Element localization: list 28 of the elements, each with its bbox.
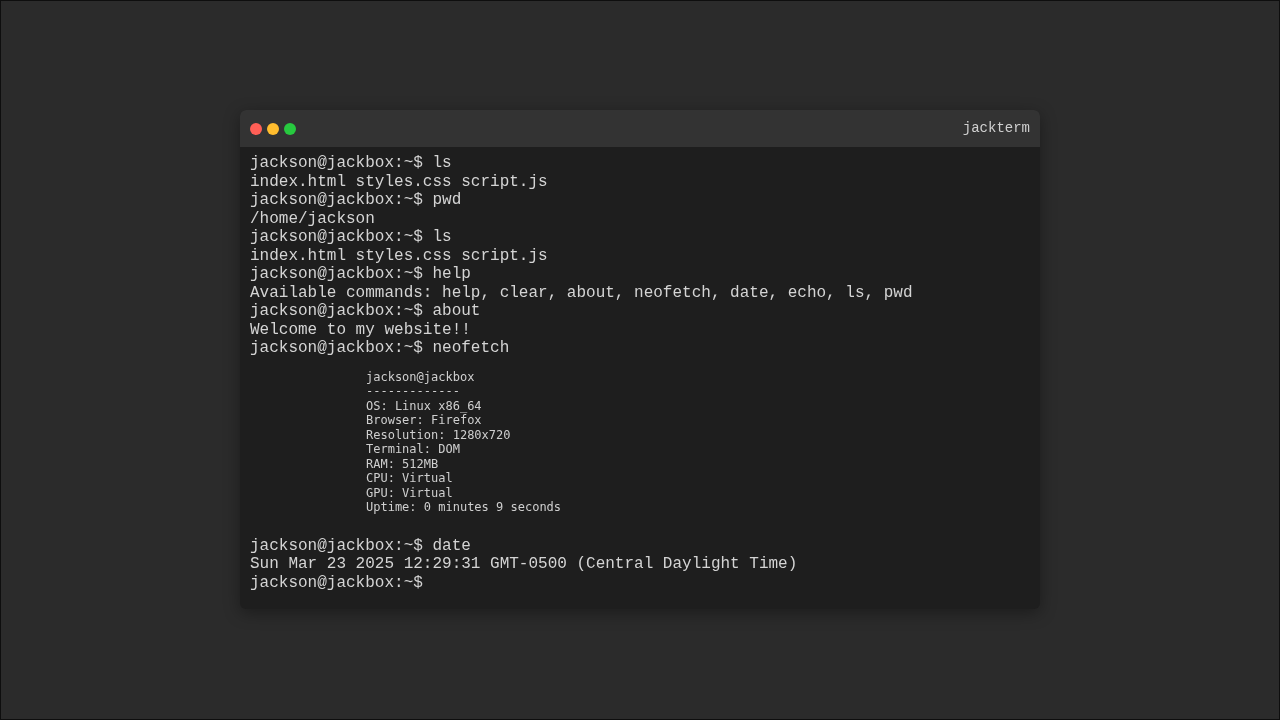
output-line: /home/jackson xyxy=(250,209,376,228)
output-line: index.html styles.css script.js xyxy=(250,246,549,265)
info-line: OS: Linux x86_64 xyxy=(366,398,483,413)
info-line: GPU: Virtual xyxy=(366,485,454,500)
output-line: Available commands: help, clear, about, neofetch, date, echo, ls, pwd xyxy=(250,283,914,302)
command-line: jackson@jackbox:~$ date xyxy=(250,536,472,555)
window-button[interactable] xyxy=(267,122,279,135)
info-line: Browser: Firefox xyxy=(366,413,483,428)
output-line: Sun Mar 23 2025 12:29:31 GMT-0500 (Central Daylight Time) xyxy=(250,555,799,574)
info-line: CPU: Virtual xyxy=(366,471,454,486)
command-line: jackson@jackbox:~$ help xyxy=(250,265,472,284)
output-line: Welcome to my website!! xyxy=(250,320,472,339)
command-line: jackson@jackbox:~$ ls xyxy=(250,154,453,173)
command-line: jackson@jackbox:~$ about xyxy=(250,302,482,321)
info-line: jackson@jackbox xyxy=(366,369,476,384)
window-button[interactable] xyxy=(284,122,296,135)
info-line: Uptime: 0 minutes 9 seconds xyxy=(366,500,563,515)
prompt-line: jackson@jackbox:~$ xyxy=(250,573,424,592)
command-line: jackson@jackbox:~$ pwd xyxy=(250,191,463,210)
window-title: jackterm xyxy=(962,119,1030,138)
info-line: Terminal: DOM xyxy=(366,442,461,457)
info-line: Resolution: 1280x720 xyxy=(366,427,512,442)
info-line: RAM: 512MB xyxy=(366,456,440,471)
info-line: ------------- xyxy=(366,384,461,399)
window-button[interactable] xyxy=(250,122,262,135)
command-line: jackson@jackbox:~$ ls xyxy=(250,228,453,247)
command-line: jackson@jackbox:~$ neofetch xyxy=(250,339,511,358)
output-line: index.html styles.css script.js xyxy=(250,172,549,191)
